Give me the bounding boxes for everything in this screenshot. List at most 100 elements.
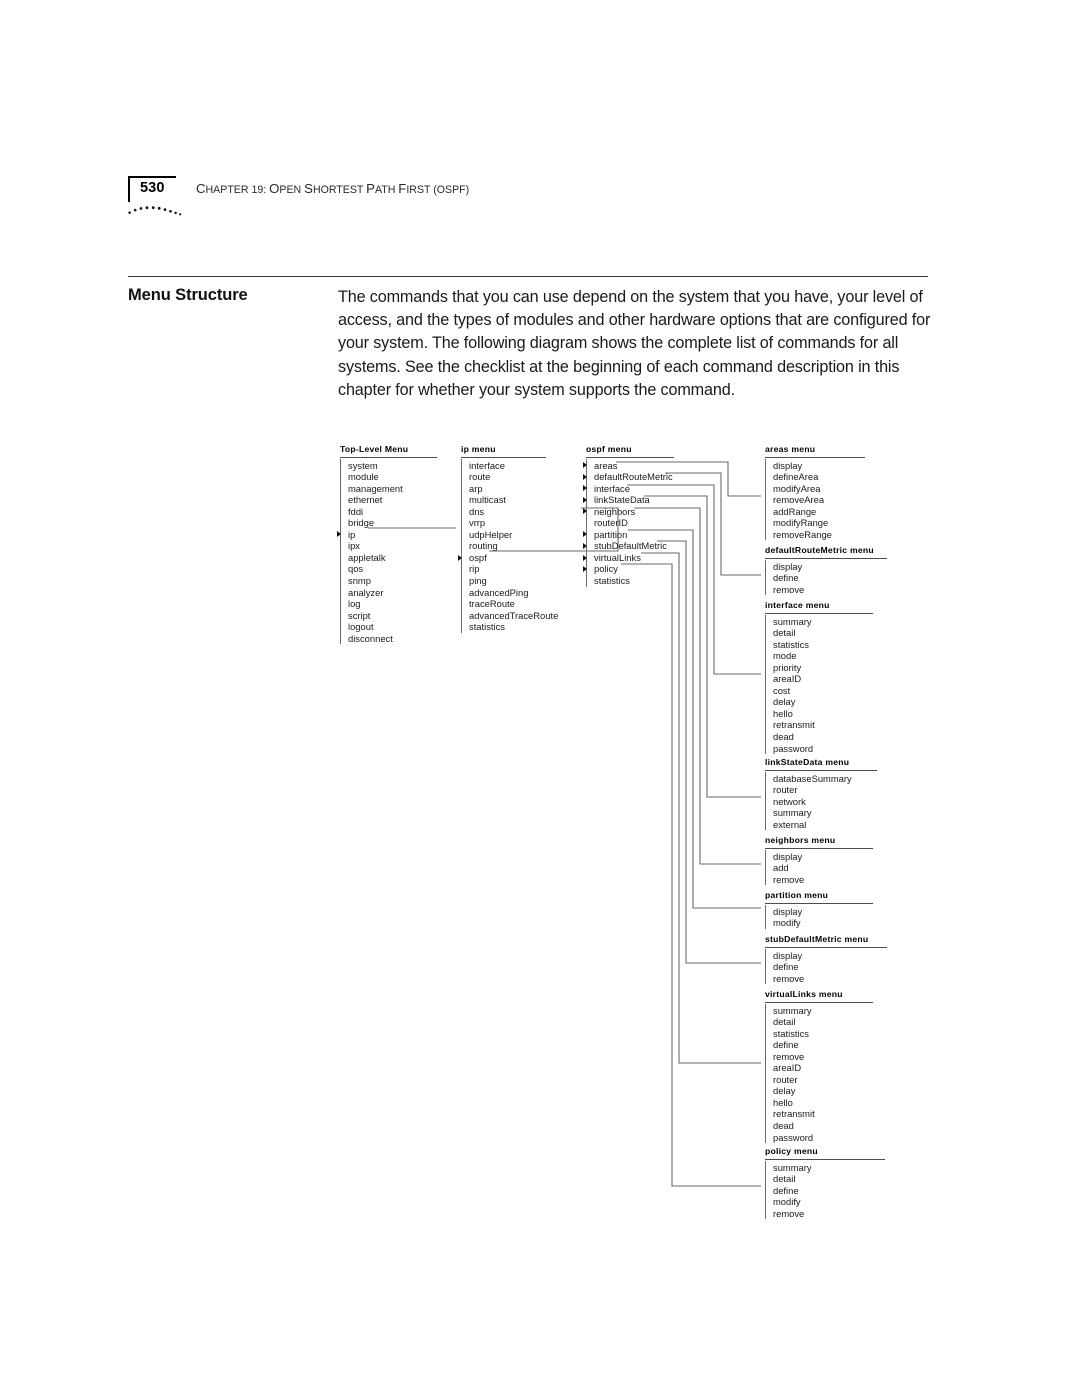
- menu-item: display: [773, 851, 873, 863]
- interface-menu-items: summary detail statistics mode priority areaI…: [765, 615, 873, 755]
- menu-item-label: display: [773, 949, 803, 961]
- stubdefaultmetric-menu-items: display define remove: [765, 949, 887, 985]
- menu-item-label: removeArea: [773, 494, 825, 506]
- menu-item-label: define: [773, 1184, 799, 1196]
- connector-stubDefaultMetric-to-stubdefaultmetric-menu: [657, 540, 761, 964]
- virtuallinks-menu-title: virtualLinks menu: [765, 989, 843, 999]
- folio-dot-ornament: [128, 206, 182, 216]
- menu-item: display: [773, 460, 865, 472]
- menu-item: remove: [773, 874, 873, 886]
- menu-item: management: [348, 483, 437, 495]
- menu-item-label: display: [773, 560, 803, 572]
- policy-menu-rule: [765, 1158, 885, 1160]
- menu-item: logout: [348, 621, 437, 633]
- connector-policy-to-policy-menu: [621, 563, 761, 1187]
- menu-item: udpHelper: [469, 529, 558, 541]
- neighbors-menu-rule: [765, 847, 873, 849]
- policy-menu: policy menu summary detail define modify remo…: [765, 1146, 885, 1220]
- menu-item-label: system: [348, 459, 378, 471]
- menu-item-label: dead: [773, 731, 794, 743]
- menu-item: routing: [469, 540, 558, 552]
- chapter-title: CHAPTER 19: OPEN SHORTEST PATH FIRST (OS…: [196, 181, 470, 196]
- menu-item: routerID: [594, 517, 674, 529]
- menu-item: analyzer: [348, 587, 437, 599]
- defaultroutemetric-menu-title: defaultRouteMetric menu: [765, 545, 874, 555]
- menu-item-label: udpHelper: [469, 528, 513, 540]
- connector-virtualLinks-to-virtuallinks-menu: [641, 552, 761, 1064]
- menu-item-label: statistics: [469, 621, 505, 633]
- menu-item: statistics: [594, 575, 674, 587]
- virtuallinks-menu-items: summary detail statistics define remove areaI…: [765, 1004, 873, 1144]
- interface-menu: interface menu summary detail statistics mod…: [765, 600, 873, 755]
- menu-item-label: arp: [469, 482, 483, 494]
- menu-item-label: retransmit: [773, 1108, 815, 1120]
- menu-item-label: areaID: [773, 673, 802, 685]
- neighbors-menu-items: display add remove: [765, 850, 873, 886]
- menu-item: removeRange: [773, 529, 865, 541]
- menu-item: summary: [773, 1162, 885, 1174]
- menu-item-label: areas: [594, 459, 618, 471]
- linkstatedata-menu-title: linkStateData menu: [765, 757, 850, 767]
- menu-item-label: advancedTraceRoute: [469, 609, 559, 621]
- menu-item-label: route: [469, 471, 491, 483]
- menu-item: retransmit: [773, 1108, 873, 1120]
- stubdefaultmetric-menu-title: stubDefaultMetric menu: [765, 934, 869, 944]
- menu-item-label: ethernet: [348, 494, 383, 506]
- menu-item: defineArea: [773, 471, 865, 483]
- submenu-arrow-icon: [582, 473, 587, 480]
- connector-defaultRouteMetric-to-defaultroutemetric-menu: [665, 472, 761, 576]
- menu-item-label: management: [348, 482, 403, 494]
- menu-item-label: detail: [773, 627, 796, 639]
- ospf-menu-rule: [586, 456, 674, 458]
- ip-menu-items: interface route arp multicast dns vrrp udpHelp…: [457, 459, 559, 633]
- menu-item: detail: [773, 1016, 873, 1028]
- menu-item-label: delay: [773, 1085, 796, 1097]
- interface-menu-title: interface menu: [765, 600, 830, 610]
- menu-item: define: [773, 1185, 885, 1197]
- menu-item-label: add: [773, 862, 789, 874]
- partition-menu-items: display modify: [765, 905, 873, 929]
- areas-menu-title: areas menu: [765, 444, 816, 454]
- menu-item-label: retransmit: [773, 719, 815, 731]
- menu-item: ethernet: [348, 494, 437, 506]
- menu-item-label: router: [773, 784, 798, 796]
- menu-item: fddi: [348, 506, 437, 518]
- menu-item-label: snmp: [348, 575, 371, 587]
- menu-item: external: [773, 819, 877, 831]
- menu-item: remove: [773, 584, 887, 596]
- menu-item-label: summary: [773, 1004, 812, 1016]
- menu-item-label: interface: [594, 482, 630, 494]
- menu-item-label: define: [773, 572, 799, 584]
- menu-item: priority: [773, 662, 873, 674]
- neighbors-menu: neighbors menu display add remove: [765, 835, 873, 886]
- menu-item-label: remove: [773, 1207, 805, 1219]
- menu-item-label: stubDefaultMetric: [594, 540, 667, 552]
- menu-item: databaseSummary: [773, 773, 877, 785]
- partition-menu-rule: [765, 902, 873, 904]
- menu-item-label: defaultRouteMetric: [594, 471, 673, 483]
- menu-item: addRange: [773, 506, 865, 518]
- submenu-arrow-icon: [582, 566, 587, 573]
- menu-item: interface: [469, 460, 558, 472]
- menu-item-label: summary: [773, 807, 812, 819]
- neighbors-menu-title: neighbors menu: [765, 835, 836, 845]
- menu-item-label: modifyArea: [773, 482, 821, 494]
- menu-item-label: password: [773, 742, 814, 754]
- page-folio: 530 CHAPTER 19: OPEN SHORTEST PATH FIRST…: [128, 176, 928, 224]
- menu-item-label: define: [773, 961, 799, 973]
- menu-item-label: multicast: [469, 494, 506, 506]
- menu-item-label: remove: [773, 1050, 805, 1062]
- submenu-arrow-icon: [582, 485, 587, 492]
- menu-item-label: statistics: [773, 638, 809, 650]
- menu-item: log: [348, 598, 437, 610]
- menu-item: statistics: [469, 621, 558, 633]
- menu-item-label: network: [773, 795, 806, 807]
- menu-item-label: databaseSummary: [773, 772, 852, 784]
- linkstatedata-menu: linkStateData menu databaseSummary router n…: [765, 757, 877, 831]
- menu-item: remove: [773, 973, 887, 985]
- connector-partition-to-partition-menu: [628, 529, 761, 909]
- section-heading: Menu Structure: [128, 286, 248, 304]
- menu-item: ipx: [348, 540, 437, 552]
- menu-item: modifyArea: [773, 483, 865, 495]
- menu-item: summary: [773, 616, 873, 628]
